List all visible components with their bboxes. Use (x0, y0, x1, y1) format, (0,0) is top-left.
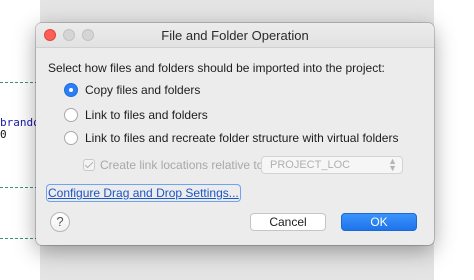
radio-unselected-icon[interactable] (64, 108, 78, 122)
relative-location-value: PROJECT_LOC (270, 159, 351, 171)
option-label: Link to files and folders (85, 108, 208, 122)
dialog-title: File and Folder Operation (161, 28, 309, 43)
file-folder-operation-dialog: File and Folder Operation Select how fil… (36, 23, 434, 245)
instruction-text: Select how files and folders should be i… (48, 61, 385, 75)
link-locations-label: Create link locations relative to: (100, 158, 267, 172)
editor-separator (0, 187, 38, 188)
editor-separator (0, 238, 38, 239)
chevron-up-down-icon: ▲ ▼ (388, 156, 397, 173)
option-copy-files[interactable]: Copy files and folders (64, 83, 200, 97)
option-label: Copy files and folders (85, 83, 201, 97)
link-locations-checkbox: Create link locations relative to: (83, 158, 267, 172)
background-editor-right (434, 0, 474, 280)
ok-button[interactable]: OK (341, 213, 417, 231)
editor-separator (0, 82, 38, 83)
option-link-virtual-folders[interactable]: Link to files and recreate folder struct… (64, 131, 398, 145)
cancel-button[interactable]: Cancel (250, 213, 326, 231)
relative-location-select: PROJECT_LOC ▲ ▼ (261, 156, 403, 174)
background-code-line: 0 (0, 128, 7, 141)
radio-unselected-icon[interactable] (64, 131, 78, 145)
radio-selected-icon[interactable] (64, 83, 78, 97)
option-link-files[interactable]: Link to files and folders (64, 108, 208, 122)
help-icon[interactable]: ? (50, 212, 70, 232)
configure-drag-drop-link[interactable]: Configure Drag and Drop Settings... (46, 184, 241, 202)
checkbox-checked-icon (83, 159, 95, 171)
title-bar: File and Folder Operation (36, 23, 434, 48)
option-label: Link to files and recreate folder struct… (85, 131, 399, 145)
